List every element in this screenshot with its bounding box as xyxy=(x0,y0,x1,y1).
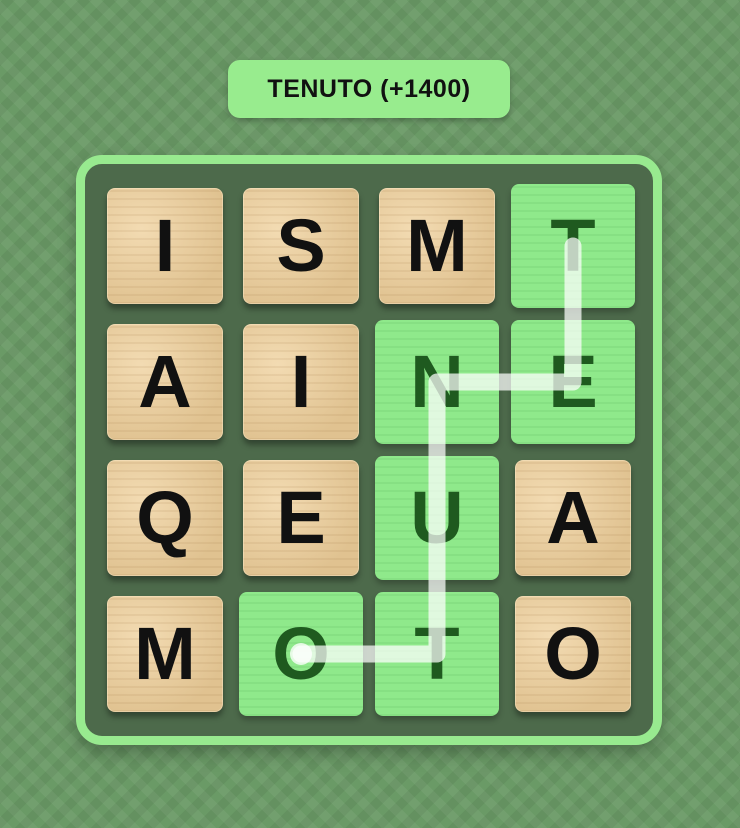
letter-tile[interactable]: E xyxy=(511,320,635,444)
letter-tile[interactable]: Q xyxy=(107,460,223,576)
tile-letter: N xyxy=(410,340,464,423)
tile-letter: U xyxy=(410,476,464,559)
letter-tile[interactable]: O xyxy=(515,596,631,712)
letter-tile[interactable]: A xyxy=(107,324,223,440)
tile-letter: S xyxy=(276,204,326,287)
tile-letter: I xyxy=(154,204,176,287)
letter-tile[interactable]: O xyxy=(239,592,363,716)
found-word-label: TENUTO (+1400) xyxy=(267,74,471,103)
tile-letter: M xyxy=(134,612,196,695)
letter-tile[interactable]: A xyxy=(515,460,631,576)
letter-tile[interactable]: T xyxy=(511,184,635,308)
letter-tile[interactable]: M xyxy=(379,188,495,304)
tile-letter: I xyxy=(290,340,312,423)
tile-letter: A xyxy=(138,340,192,423)
tile-letter: A xyxy=(546,476,600,559)
letter-tile[interactable]: I xyxy=(243,324,359,440)
letter-tile[interactable]: M xyxy=(107,596,223,712)
letter-tile[interactable]: E xyxy=(243,460,359,576)
tile-letter: O xyxy=(272,612,330,695)
letter-tile[interactable]: I xyxy=(107,188,223,304)
tile-letter: E xyxy=(276,476,326,559)
letter-tile[interactable]: S xyxy=(243,188,359,304)
tile-letter: Q xyxy=(136,476,194,559)
letter-tile[interactable]: N xyxy=(375,320,499,444)
found-word-banner: TENUTO (+1400) xyxy=(228,60,510,118)
tile-letter: T xyxy=(550,204,596,287)
tile-letter: M xyxy=(406,204,468,287)
tile-letter: T xyxy=(414,612,460,695)
letter-tile[interactable]: T xyxy=(375,592,499,716)
letter-tile[interactable]: U xyxy=(375,456,499,580)
tile-letter: E xyxy=(548,340,598,423)
tile-letter: O xyxy=(544,612,602,695)
